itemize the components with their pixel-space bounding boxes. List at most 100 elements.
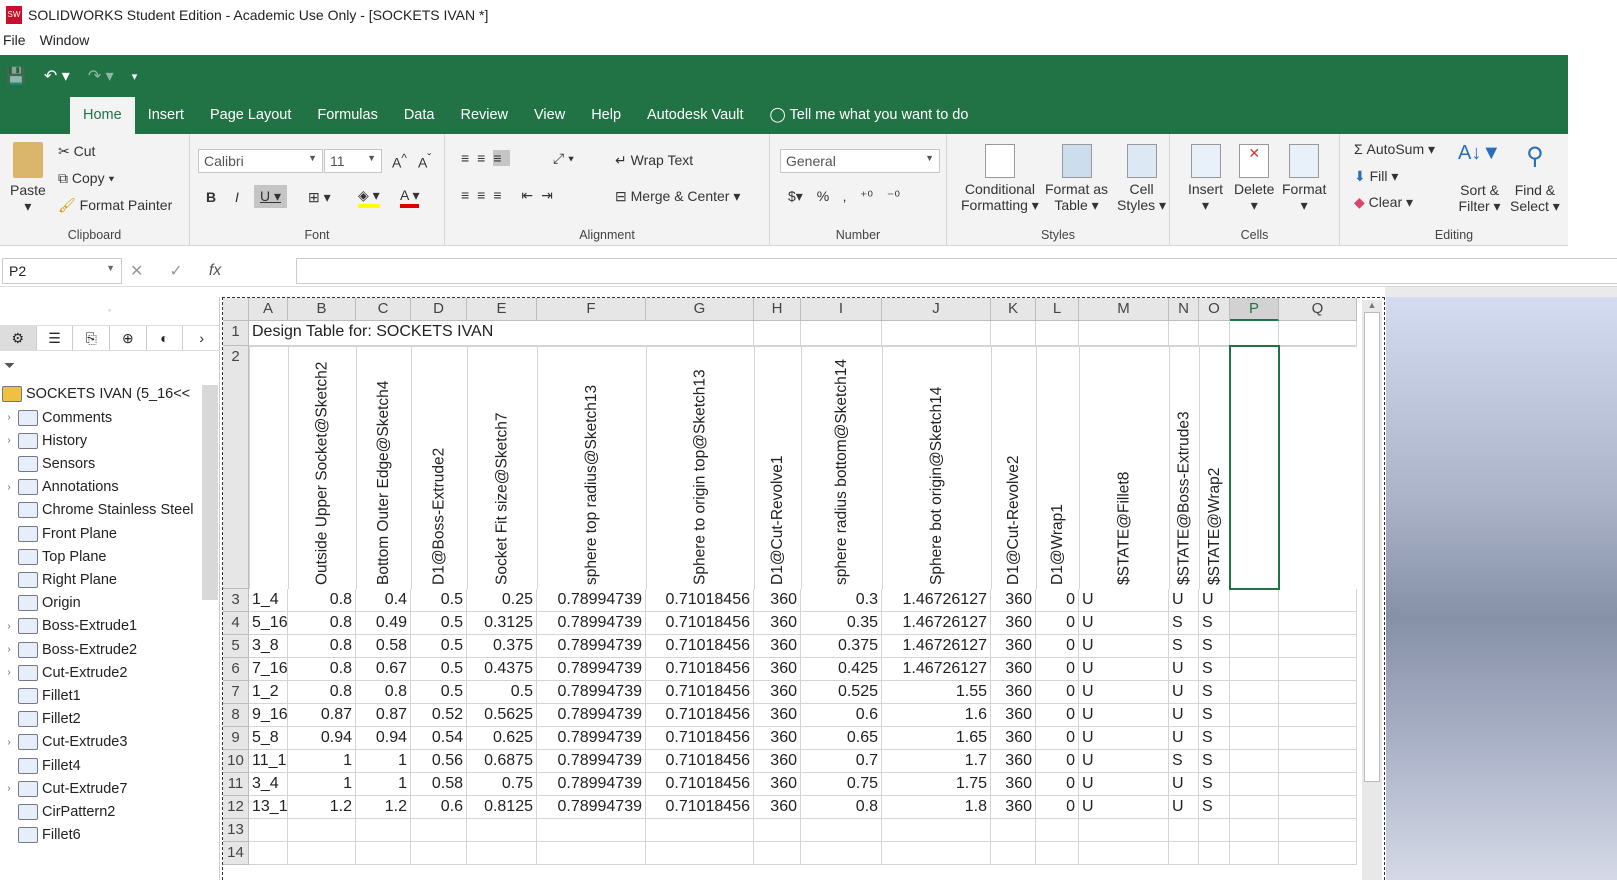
paste-button[interactable]: Paste ▾: [10, 142, 46, 215]
table-cell[interactable]: 0: [1036, 612, 1079, 635]
cell[interactable]: [467, 819, 537, 842]
table-cell[interactable]: 0.58: [411, 773, 467, 796]
tree-item[interactable]: › Cut-Extrude2: [0, 661, 127, 684]
table-cell[interactable]: 0.3125: [467, 612, 537, 635]
column-header-k[interactable]: K: [991, 298, 1036, 321]
table-cell[interactable]: 0.8: [801, 796, 882, 819]
column-header-h[interactable]: H: [754, 298, 801, 321]
table-cell[interactable]: [1279, 658, 1357, 681]
number-format-select[interactable]: General ▼: [780, 149, 940, 173]
configuration-name-cell[interactable]: 1_2: [249, 681, 288, 704]
table-cell[interactable]: 0.8: [288, 589, 356, 612]
table-cell[interactable]: U: [1169, 796, 1199, 819]
table-cell[interactable]: U: [1169, 589, 1199, 612]
table-cell[interactable]: 0.6: [411, 796, 467, 819]
configuration-name-cell[interactable]: 7_16: [249, 658, 288, 681]
cell[interactable]: [1279, 321, 1357, 346]
table-cell[interactable]: 0.65: [801, 727, 882, 750]
tell-me-search[interactable]: ◯ Tell me what you want to do: [756, 97, 981, 134]
table-cell[interactable]: 0: [1036, 773, 1079, 796]
table-cell[interactable]: S: [1199, 635, 1230, 658]
table-cell[interactable]: S: [1169, 612, 1199, 635]
cell[interactable]: [1199, 842, 1230, 865]
configuration-name-cell[interactable]: 5_8: [249, 727, 288, 750]
column-header-f[interactable]: F: [537, 298, 646, 321]
table-cell[interactable]: 0.78994739: [537, 773, 646, 796]
column-header-c[interactable]: C: [356, 298, 411, 321]
tree-scrollbar[interactable]: [202, 385, 218, 600]
cell[interactable]: [1036, 842, 1079, 865]
table-cell[interactable]: 0.3: [801, 589, 882, 612]
parameter-header[interactable]: Sphere to origin top@Sketch13: [646, 346, 754, 589]
column-header-a[interactable]: A: [249, 298, 288, 321]
table-cell[interactable]: 360: [754, 589, 801, 612]
cell[interactable]: [1036, 321, 1079, 346]
font-shrink-icon[interactable]: Aˇ: [418, 152, 431, 171]
cell[interactable]: [991, 819, 1036, 842]
column-header-i[interactable]: I: [801, 298, 882, 321]
cell[interactable]: [1230, 321, 1279, 346]
parameter-header[interactable]: sphere top radius@Sketch13: [537, 346, 646, 589]
parameter-header[interactable]: Bottom Outer Edge@Sketch4: [356, 346, 411, 589]
column-header-q[interactable]: Q: [1279, 298, 1357, 321]
parameter-header[interactable]: sphere radius bottom@Sketch14: [801, 346, 882, 589]
cell[interactable]: [249, 842, 288, 865]
font-grow-icon[interactable]: A^: [392, 152, 407, 171]
select-all-corner[interactable]: [223, 298, 249, 321]
table-cell[interactable]: S: [1199, 727, 1230, 750]
column-header-n[interactable]: N: [1169, 298, 1199, 321]
table-cell[interactable]: 0.71018456: [646, 658, 754, 681]
scroll-thumb[interactable]: [1364, 312, 1380, 782]
table-cell[interactable]: 360: [991, 635, 1036, 658]
table-cell[interactable]: 0.87: [288, 704, 356, 727]
table-cell[interactable]: 0.71018456: [646, 681, 754, 704]
table-cell[interactable]: 1.75: [882, 773, 991, 796]
table-cell[interactable]: 0.5: [467, 681, 537, 704]
cell[interactable]: [801, 819, 882, 842]
table-cell[interactable]: S: [1199, 704, 1230, 727]
table-cell[interactable]: 0.8: [288, 612, 356, 635]
table-cell[interactable]: S: [1199, 681, 1230, 704]
tree-item[interactable]: Fillet4: [0, 754, 81, 777]
tree-item[interactable]: › Annotations: [0, 476, 119, 499]
display-manager-tab-icon[interactable]: ◐: [147, 326, 184, 350]
cell[interactable]: [1279, 819, 1357, 842]
vertical-scrollbar[interactable]: ▲: [1362, 300, 1382, 880]
row-header[interactable]: 2: [223, 346, 249, 589]
tab-review[interactable]: Review: [447, 97, 521, 134]
table-cell[interactable]: 360: [991, 704, 1036, 727]
number-format-icons[interactable]: $▾ % ‚ ⁺⁰ ⁻⁰: [788, 188, 900, 205]
selected-cell-p2[interactable]: [1229, 345, 1280, 590]
table-cell[interactable]: [1230, 727, 1279, 750]
font-name-select[interactable]: Calibri ▼: [198, 149, 323, 173]
tree-item[interactable]: Origin: [0, 592, 81, 615]
table-cell[interactable]: 0.6875: [467, 750, 537, 773]
cell[interactable]: [882, 842, 991, 865]
cell[interactable]: [646, 819, 754, 842]
cell[interactable]: [754, 819, 801, 842]
table-cell[interactable]: [1230, 796, 1279, 819]
tree-item[interactable]: Top Plane: [0, 545, 107, 568]
table-cell[interactable]: 0.71018456: [646, 727, 754, 750]
table-cell[interactable]: 1.46726127: [882, 612, 991, 635]
tree-item[interactable]: › History: [0, 429, 87, 452]
cell[interactable]: [537, 819, 646, 842]
cell[interactable]: [754, 842, 801, 865]
cut-button[interactable]: ✂ Cut: [58, 143, 95, 160]
table-cell[interactable]: 360: [754, 796, 801, 819]
parameter-header[interactable]: Sphere bot origin@Sketch14: [882, 346, 991, 589]
column-header-m[interactable]: M: [1079, 298, 1169, 321]
menu-window[interactable]: Window: [40, 32, 90, 54]
table-cell[interactable]: 0.5: [411, 589, 467, 612]
table-cell[interactable]: 360: [991, 773, 1036, 796]
configuration-name-cell[interactable]: 3_4: [249, 773, 288, 796]
row-header[interactable]: 10: [223, 750, 249, 773]
row-header[interactable]: 5: [223, 635, 249, 658]
table-cell[interactable]: 0.5: [411, 681, 467, 704]
vertical-align-icons[interactable]: ≡≡≡: [461, 150, 510, 166]
cell[interactable]: [1169, 321, 1199, 346]
tree-item[interactable]: Chrome Stainless Steel: [0, 499, 194, 522]
parameter-header[interactable]: D1@Cut-Revolve2: [991, 346, 1036, 589]
row-header[interactable]: 13: [223, 819, 249, 842]
table-cell[interactable]: 360: [754, 773, 801, 796]
